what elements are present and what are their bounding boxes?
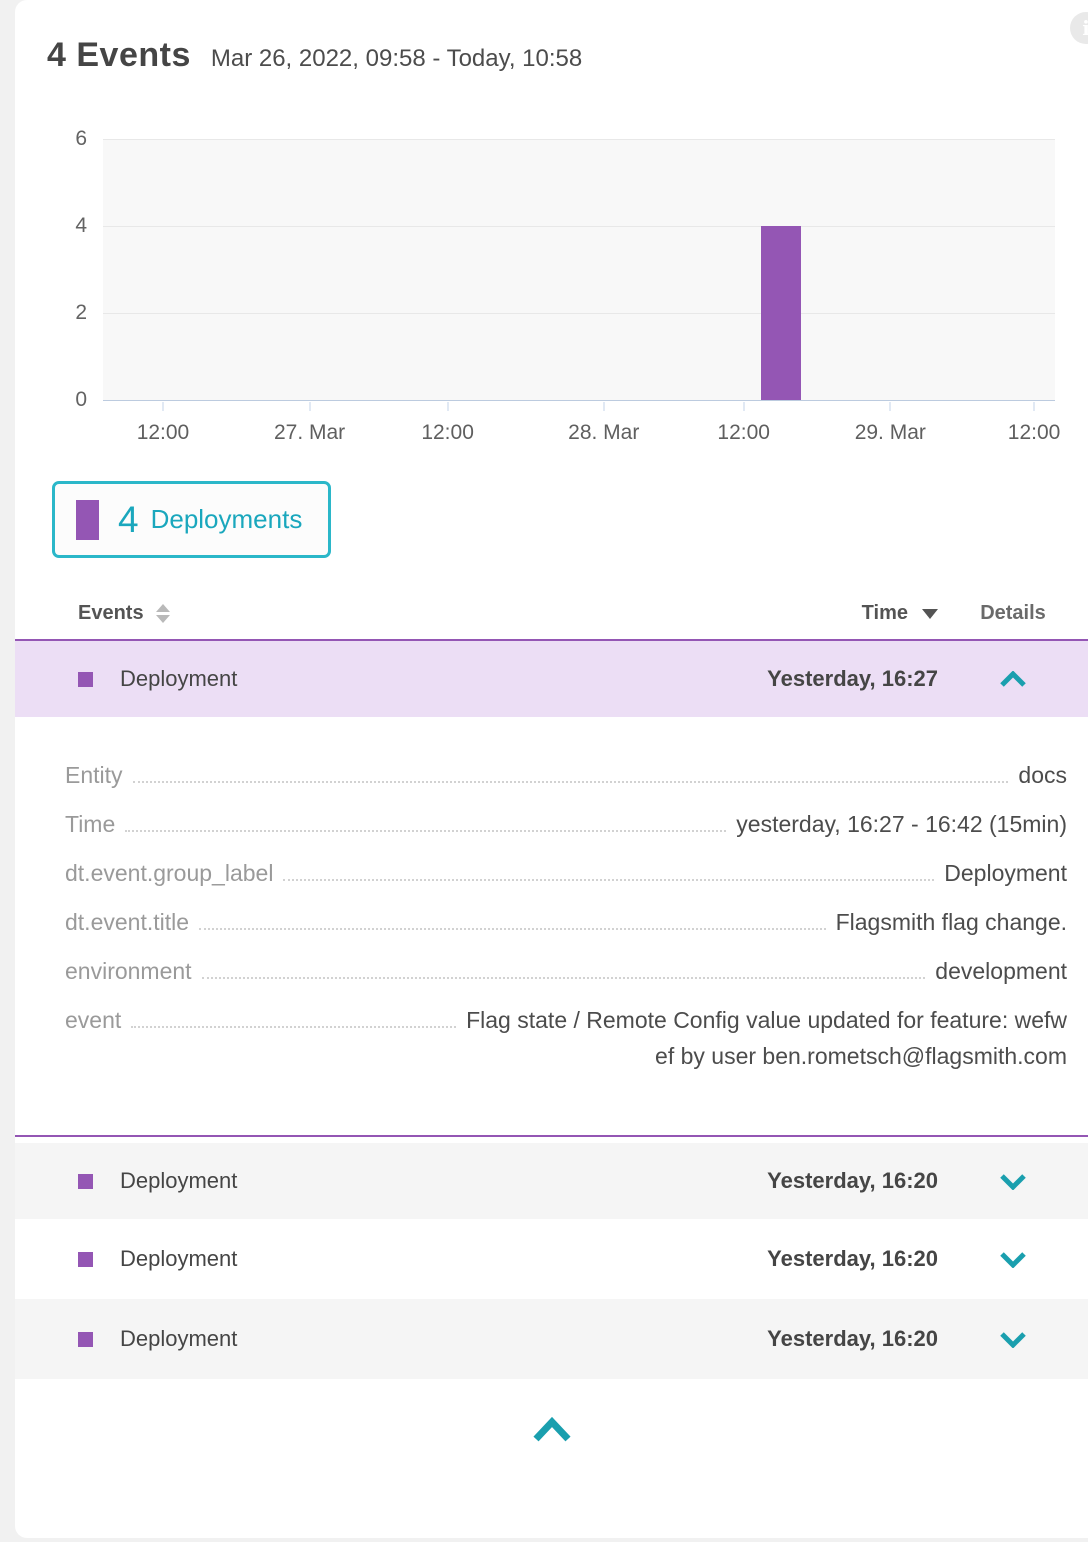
sort-desc-icon xyxy=(922,609,938,619)
detail-value: development xyxy=(935,953,1067,989)
event-type-label: Deployment xyxy=(120,1326,237,1352)
table-header: Events Time Details xyxy=(15,602,1088,639)
detail-row: Entity docs xyxy=(65,757,1067,793)
detail-key: Entity xyxy=(65,759,123,792)
plot-area[interactable]: 642012:0027. Mar12:0028. Mar12:0029. Mar… xyxy=(103,139,1055,401)
column-header-time[interactable]: Time xyxy=(718,602,938,625)
detail-value: Flagsmith flag change. xyxy=(836,904,1067,940)
page-title: 4 Events xyxy=(47,36,191,75)
deployments-bar[interactable] xyxy=(761,226,801,400)
detail-key: Time xyxy=(65,808,115,841)
gridline xyxy=(103,226,1055,227)
legend-deployments-toggle[interactable]: 4 Deployments xyxy=(52,481,331,558)
sort-both-icon xyxy=(156,604,170,623)
x-axis-tick-label: 12:00 xyxy=(1008,421,1061,445)
x-axis-tick xyxy=(162,402,163,411)
table-row[interactable]: Deployment Yesterday, 16:20 xyxy=(15,1143,1088,1219)
x-axis-tick-label: 29. Mar xyxy=(855,421,926,445)
event-time: Yesterday, 16:20 xyxy=(718,1168,938,1194)
dotted-leader xyxy=(202,977,926,979)
x-axis-tick-label: 12:00 xyxy=(421,421,474,445)
x-axis-tick xyxy=(447,402,448,411)
y-axis-tick-label: 4 xyxy=(43,214,87,238)
event-type-label: Deployment xyxy=(120,1246,237,1272)
x-axis-tick-label: 28. Mar xyxy=(568,421,639,445)
dotted-leader xyxy=(199,928,826,930)
dotted-leader xyxy=(131,1026,456,1028)
panel-header: 4 Events Mar 26, 2022, 09:58 - Today, 10… xyxy=(15,0,1088,75)
deployment-event-icon xyxy=(78,672,93,687)
event-type-label: Deployment xyxy=(120,1168,237,1194)
deployment-event-icon xyxy=(78,1332,93,1347)
detail-row: environment development xyxy=(65,953,1067,989)
events-header-label: Events xyxy=(78,602,144,625)
detail-row: dt.event.group_label Deployment xyxy=(65,855,1067,891)
event-time: Yesterday, 16:20 xyxy=(718,1326,938,1352)
chevron-up-icon[interactable] xyxy=(999,671,1027,688)
dotted-leader xyxy=(125,830,726,832)
y-axis-tick-label: 0 xyxy=(43,388,87,412)
gridline xyxy=(103,139,1055,140)
detail-row: Time yesterday, 16:27 - 16:42 (15min) xyxy=(65,806,1067,842)
y-axis-tick-label: 2 xyxy=(43,301,87,325)
deployment-event-icon xyxy=(78,1252,93,1267)
column-header-events[interactable]: Events xyxy=(78,602,718,625)
event-time: Yesterday, 16:20 xyxy=(718,1246,938,1272)
dotted-leader xyxy=(283,879,934,881)
events-bar-chart: 642012:0027. Mar12:0028. Mar12:0029. Mar… xyxy=(103,139,1055,449)
x-axis-tick xyxy=(1034,402,1035,411)
x-axis-tick-label: 12:00 xyxy=(137,421,190,445)
y-axis-tick-label: 6 xyxy=(43,127,87,151)
events-table: Events Time Details Deployment Yesterday… xyxy=(15,602,1088,1379)
legend-label: Deployments xyxy=(151,504,303,535)
legend-count: 4 xyxy=(118,499,139,541)
event-details-panel: Entity docs Time yesterday, 16:27 - 16:4… xyxy=(15,717,1088,1137)
time-header-label: Time xyxy=(862,602,908,625)
deployment-event-icon xyxy=(78,1174,93,1189)
x-axis-tick-label: 12:00 xyxy=(717,421,770,445)
detail-value: Flag state / Remote Config value updated… xyxy=(466,1002,1067,1074)
event-type-label: Deployment xyxy=(120,666,237,692)
table-row[interactable]: Deployment Yesterday, 16:20 xyxy=(15,1219,1088,1299)
collapse-all-button[interactable] xyxy=(15,1417,1088,1443)
event-time: Yesterday, 16:27 xyxy=(718,666,938,692)
table-row[interactable]: Deployment Yesterday, 16:20 xyxy=(15,1299,1088,1379)
deployments-swatch xyxy=(76,500,99,540)
dotted-leader xyxy=(133,781,1009,783)
x-axis-tick xyxy=(890,402,891,411)
column-header-details: Details xyxy=(938,602,1088,625)
detail-value: Deployment xyxy=(944,855,1067,891)
timeframe-label: Mar 26, 2022, 09:58 - Today, 10:58 xyxy=(211,45,582,73)
x-axis-tick xyxy=(309,402,310,411)
detail-value: yesterday, 16:27 - 16:42 (15min) xyxy=(736,806,1067,842)
detail-row: event Flag state / Remote Config value u… xyxy=(65,1002,1067,1074)
chevron-down-icon[interactable] xyxy=(999,1331,1027,1348)
x-axis-tick xyxy=(603,402,604,411)
events-panel: i 4 Events Mar 26, 2022, 09:58 - Today, … xyxy=(15,0,1088,1538)
table-row[interactable]: Deployment Yesterday, 16:27 xyxy=(15,639,1088,717)
x-axis-tick xyxy=(743,402,744,411)
chevron-up-icon xyxy=(531,1417,573,1443)
detail-key: environment xyxy=(65,955,192,988)
detail-key: dt.event.title xyxy=(65,906,189,939)
detail-value[interactable]: docs xyxy=(1018,757,1067,793)
detail-key: event xyxy=(65,1004,121,1037)
detail-row: dt.event.title Flagsmith flag change. xyxy=(65,904,1067,940)
gridline xyxy=(103,313,1055,314)
chevron-down-icon[interactable] xyxy=(999,1173,1027,1190)
detail-key: dt.event.group_label xyxy=(65,857,273,890)
chevron-down-icon[interactable] xyxy=(999,1251,1027,1268)
x-axis-tick-label: 27. Mar xyxy=(274,421,345,445)
